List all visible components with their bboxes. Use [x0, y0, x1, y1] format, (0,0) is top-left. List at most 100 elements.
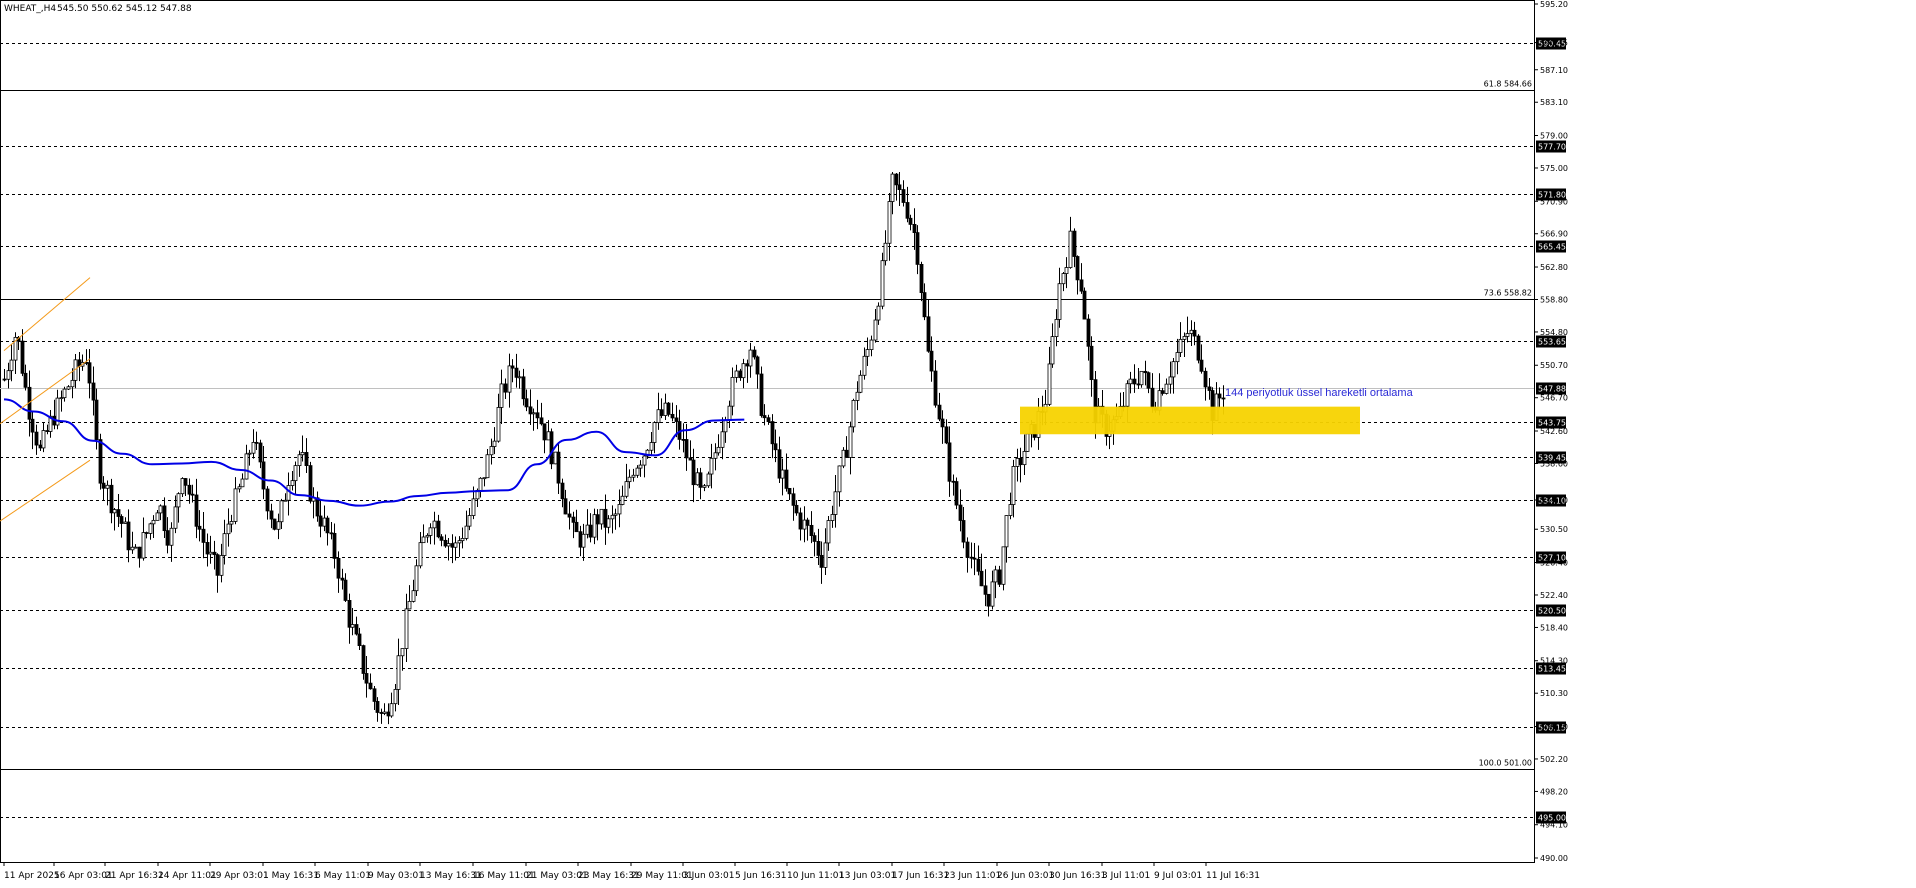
candle-body: [1139, 370, 1144, 386]
symbol-label: WHEAT_,H4: [4, 4, 56, 14]
candle-body: [805, 519, 810, 526]
candle-body: [499, 383, 504, 408]
candle-body: [428, 527, 433, 536]
candle-body: [723, 419, 728, 433]
candle-body: [567, 513, 572, 518]
candle-body: [1075, 256, 1080, 281]
candle-body: [1015, 457, 1020, 467]
candle-body: [802, 519, 807, 530]
y-tick-label: 554.80: [1540, 328, 1568, 337]
candle-body: [372, 688, 377, 702]
candle-body: [780, 469, 785, 479]
y-tick-label: 522.40: [1540, 591, 1568, 600]
candle-body: [578, 531, 583, 548]
candle-body: [400, 648, 405, 657]
candle-body: [620, 495, 625, 505]
candle-body: [841, 449, 846, 467]
candle-body: [201, 528, 206, 543]
candle-body: [755, 356, 760, 375]
candle-body: [247, 452, 252, 455]
x-tick-label: 3 Jun 03:01: [683, 871, 734, 881]
candle-body: [489, 446, 494, 456]
candle-body: [1189, 329, 1194, 334]
y-tick-label: 587.10: [1540, 66, 1568, 75]
candle-body: [524, 398, 529, 408]
candle-body: [1057, 283, 1062, 320]
candle-body: [162, 505, 167, 532]
candle-body: [787, 487, 792, 495]
candle-body: [98, 439, 103, 484]
candle-body: [826, 520, 831, 544]
candle-body: [969, 556, 974, 559]
candle-body: [1164, 383, 1169, 394]
candle-body: [59, 397, 64, 400]
candle-body: [187, 484, 192, 495]
candle-body: [1086, 318, 1091, 347]
candle-body: [883, 242, 888, 262]
candle-body: [848, 426, 853, 458]
candle-body: [681, 439, 686, 441]
candle-body: [91, 382, 96, 401]
candle-body: [752, 349, 757, 358]
candle-body: [716, 446, 721, 454]
candle-body: [94, 399, 99, 440]
candle-body: [869, 339, 874, 350]
candle-body: [727, 405, 732, 421]
candle-body: [581, 533, 586, 548]
candle-body: [766, 417, 771, 422]
candle-body: [482, 477, 487, 480]
candle-body: [165, 530, 170, 546]
current-price-label: 547.88: [1538, 385, 1566, 394]
candle-body: [1064, 267, 1069, 274]
x-tick-label: 5 Jun 16:31: [735, 871, 786, 881]
candle-body: [23, 372, 28, 388]
candle-body: [404, 608, 409, 649]
candle-body: [460, 538, 465, 542]
candle-body: [148, 523, 153, 534]
y-tick-label: 590.45: [1540, 39, 1568, 48]
candle-body: [361, 645, 366, 674]
candle-body: [261, 461, 266, 490]
candle-body: [1136, 383, 1141, 386]
x-tick-label: 13 Jun 03:01: [839, 871, 896, 881]
candle-body: [30, 418, 35, 433]
candle-body: [986, 593, 991, 607]
candle-body: [702, 485, 707, 488]
candle-body: [38, 444, 43, 449]
candle-body: [595, 514, 600, 525]
candle-body: [635, 467, 640, 476]
candle-body: [290, 480, 295, 486]
candle-body: [1089, 345, 1094, 381]
candle-body: [1018, 457, 1023, 466]
candle-body: [233, 488, 238, 522]
candle-body: [905, 202, 910, 219]
fib-level-label: 61.8 584.66: [1484, 80, 1532, 89]
candle-body: [734, 370, 739, 378]
candle-body: [553, 451, 558, 465]
candle-body: [880, 260, 885, 307]
candle-body: [194, 494, 199, 527]
candle-body: [784, 469, 789, 489]
candle-body: [41, 430, 46, 449]
candle-body: [357, 633, 362, 646]
candle-body: [656, 409, 661, 424]
candle-body: [833, 491, 838, 515]
fib-level-label: 100.0 501.00: [1479, 759, 1532, 768]
candle-body: [496, 407, 501, 442]
candle-body: [919, 263, 924, 293]
candle-body: [1008, 504, 1013, 516]
candle-body: [901, 189, 906, 203]
candle-body: [478, 477, 483, 491]
candle-body: [276, 521, 281, 530]
candle-body: [240, 478, 245, 488]
candle-body: [343, 579, 348, 601]
y-tick-label: 506.20: [1540, 722, 1568, 731]
candle-body: [993, 569, 998, 583]
candle-body: [315, 497, 320, 517]
candle-body: [894, 173, 899, 186]
candle-body: [738, 370, 743, 379]
price-chart[interactable]: 61.8 584.66 73.6 558.82 100.0 501.00 590.4…: [0, 0, 1916, 888]
candle-body: [375, 701, 380, 713]
y-tick-label: 575.00: [1540, 164, 1568, 173]
candle-body: [670, 413, 675, 419]
